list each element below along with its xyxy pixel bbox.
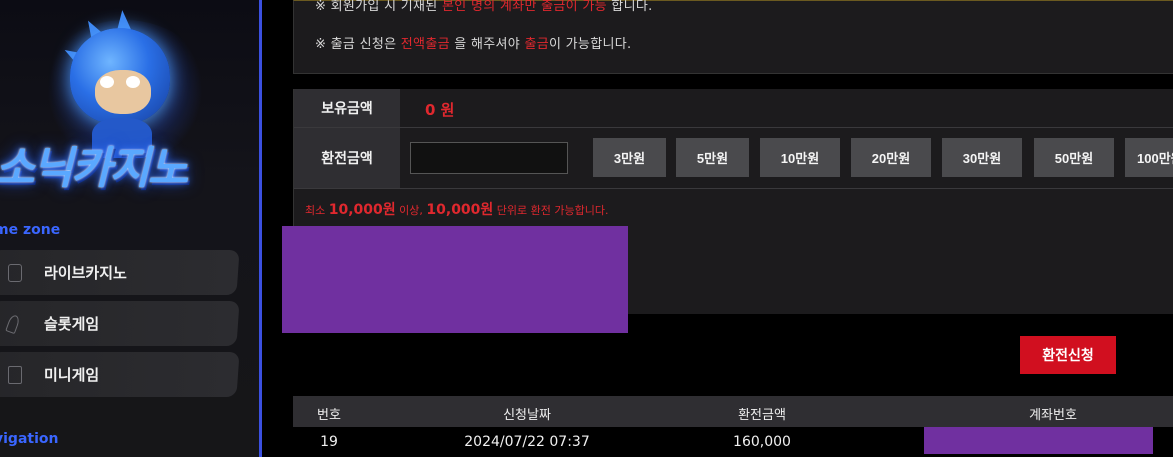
cell-date: 2024/07/22 07:37 <box>464 434 590 450</box>
amount-button-1000000[interactable]: 100만원 <box>1125 138 1173 177</box>
notice-text: 을 해주셔야 <box>449 37 525 52</box>
cell-number: 19 <box>320 434 338 450</box>
amount-button-500000[interactable]: 50만원 <box>1034 138 1114 177</box>
notice-text: 이 가능합니다. <box>548 37 632 52</box>
sidebar-item-label: 슬롯게임 <box>44 315 100 333</box>
sonic-eye-right <box>126 76 140 88</box>
account-info-panel <box>628 226 1173 314</box>
row-divider <box>294 127 1173 128</box>
exchange-amount-label: 환전금액 <box>294 128 400 188</box>
amount-button-200000[interactable]: 20만원 <box>851 138 931 177</box>
note-text: 이상, <box>395 204 427 217</box>
cell-amount: 160,000 <box>733 434 791 450</box>
sidebar-item-mini-game[interactable]: 미니게임 <box>0 352 240 397</box>
amount-button-100000[interactable]: 10만원 <box>760 138 840 177</box>
amount-button-50000[interactable]: 5만원 <box>676 138 749 177</box>
notice-line-2: ※ 출금 신청은 전액출금 을 해주셔야 출금이 가능합니다. <box>315 33 631 52</box>
sidebar: 소닉카지노 me zone 라이브카지노 슬롯게임 미니게임 vigation <box>0 0 259 457</box>
balance-label: 보유금액 <box>294 89 400 127</box>
sidebar-item-live-casino[interactable]: 라이브카지노 <box>0 250 240 295</box>
sonic-casino-logo[interactable]: 소닉카지노 <box>0 0 259 205</box>
exchange-amount-input[interactable] <box>410 142 568 174</box>
history-table-header: 번호 신청날짜 환전금액 계좌번호 <box>293 396 1173 427</box>
notice-highlight: 출금 <box>524 37 549 52</box>
notice-line-1: ※ 회원가입 시 기재된 본인 명의 계좌만 출금이 가능 합니다. <box>315 0 653 14</box>
sidebar-item-label: 미니게임 <box>44 366 100 384</box>
notice-text: ※ 출금 신청은 <box>315 37 401 52</box>
note-text: 최소 <box>305 204 329 217</box>
note-amount: 10,000원 <box>328 202 396 218</box>
logo-text: 소닉카지노 <box>0 143 188 194</box>
exchange-submit-button[interactable]: 환전신청 <box>1020 336 1116 374</box>
withdraw-notice: ※ 회원가입 시 기재된 본인 명의 계좌만 출금이 가능 합니다. ※ 출금 … <box>293 0 1173 74</box>
table-row[interactable]: 19 2024/07/22 07:37 160,000 <box>293 427 1173 457</box>
sidebar-item-slot-game[interactable]: 슬롯게임 <box>0 301 240 346</box>
exchange-form: 보유금액 0 원 환전금액 3만원 5만원 10만원 20만원 30만원 50만… <box>293 89 1173 226</box>
mini-game-icon <box>8 365 22 384</box>
notice-highlight: 본인 명의 계좌만 출금이 가능 <box>442 0 607 14</box>
notice-text: ※ 회원가입 시 기재된 <box>315 0 443 14</box>
amount-button-300000[interactable]: 30만원 <box>942 138 1022 177</box>
sonic-eye-left <box>100 76 114 88</box>
row-divider <box>294 188 1173 189</box>
section-label-game-zone: me zone <box>0 222 61 238</box>
redacted-block <box>282 226 628 333</box>
column-header-amount: 환전금액 <box>738 408 786 423</box>
cell-account-redacted <box>924 427 1153 454</box>
column-header-date: 신청날짜 <box>503 408 551 423</box>
note-amount: 10,000원 <box>426 202 494 218</box>
notice-text: 합니다. <box>606 0 653 14</box>
amount-button-30000[interactable]: 3만원 <box>593 138 666 177</box>
notice-highlight: 전액출금 <box>400 37 450 52</box>
column-header-number: 번호 <box>317 408 341 423</box>
section-label-navigation: vigation <box>0 431 59 447</box>
slot-lever-icon <box>5 313 21 334</box>
minimum-amount-note: 최소 10,000원 이상, 10,000원 단위로 환전 가능합니다. <box>305 199 608 219</box>
note-text: 단위로 환전 가능합니다. <box>493 204 609 217</box>
cards-icon <box>8 263 22 282</box>
column-header-account: 계좌번호 <box>1029 408 1077 423</box>
sidebar-item-label: 라이브카지노 <box>44 264 127 282</box>
balance-value: 0 원 <box>425 101 455 119</box>
